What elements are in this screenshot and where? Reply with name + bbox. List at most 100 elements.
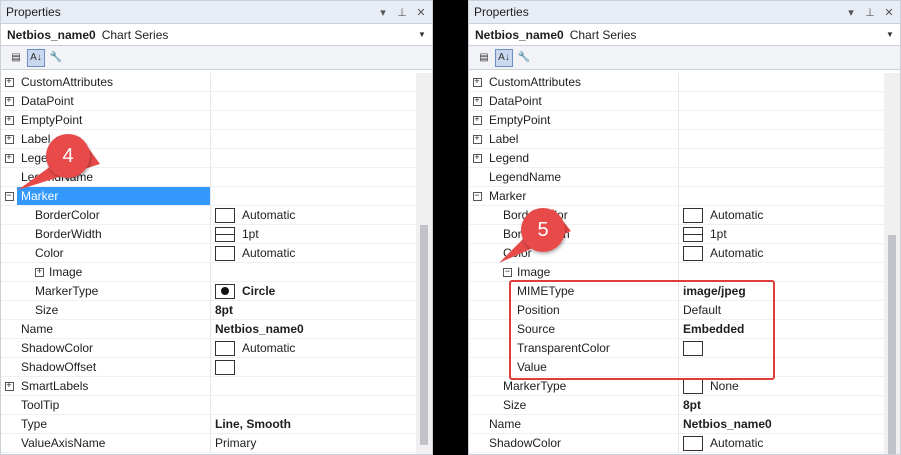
property-value[interactable]: Circle: [211, 282, 416, 300]
property-row[interactable]: + DataPoint: [1, 92, 416, 111]
expand-icon[interactable]: +: [4, 77, 14, 87]
property-value[interactable]: [211, 168, 416, 186]
property-name[interactable]: BorderWidth: [17, 225, 211, 243]
property-name[interactable]: EmptyPoint: [17, 111, 211, 129]
property-row[interactable]: + DataPoint: [469, 92, 884, 111]
property-value[interactable]: [211, 377, 416, 395]
pin-icon[interactable]: ⊥: [394, 6, 410, 19]
property-name[interactable]: Legend: [485, 149, 679, 167]
vertical-scrollbar[interactable]: [884, 73, 900, 454]
property-name[interactable]: Type: [17, 415, 211, 433]
collapse-icon[interactable]: −: [503, 267, 512, 277]
property-value[interactable]: 1pt: [211, 225, 416, 243]
property-value[interactable]: [679, 168, 884, 186]
property-name[interactable]: MarkerType: [17, 282, 211, 300]
chevron-down-icon[interactable]: ▼: [886, 30, 900, 39]
property-row[interactable]: − Marker: [469, 187, 884, 206]
property-name[interactable]: Size: [17, 301, 211, 319]
property-row[interactable]: Size 8pt: [1, 301, 416, 320]
property-row[interactable]: MarkerType Circle: [1, 282, 416, 301]
property-value[interactable]: Primary: [211, 434, 416, 452]
property-row[interactable]: Name Netbios_name0: [1, 320, 416, 339]
property-value[interactable]: [679, 73, 884, 91]
property-row[interactable]: ValueAxisName Primary: [1, 434, 416, 453]
property-value[interactable]: Automatic: [211, 339, 416, 357]
property-value[interactable]: [211, 263, 416, 281]
property-row[interactable]: LegendName: [469, 168, 884, 187]
pin-icon[interactable]: ⊥: [862, 6, 878, 19]
property-row[interactable]: ToolTip: [1, 396, 416, 415]
property-value[interactable]: Automatic: [211, 206, 416, 224]
property-row[interactable]: ShadowOffset: [1, 358, 416, 377]
property-row[interactable]: BorderWidth 1pt: [1, 225, 416, 244]
property-row[interactable]: + SmartLabels: [1, 377, 416, 396]
expand-icon[interactable]: +: [472, 96, 482, 106]
property-value[interactable]: [211, 358, 416, 376]
property-name[interactable]: EmptyPoint: [485, 111, 679, 129]
property-value[interactable]: 8pt: [211, 301, 416, 319]
property-name[interactable]: ShadowOffset: [17, 358, 211, 376]
property-row[interactable]: ShadowColor Automatic: [1, 339, 416, 358]
property-value[interactable]: 8pt: [679, 396, 884, 414]
expand-icon[interactable]: +: [4, 134, 14, 144]
expand-icon[interactable]: +: [4, 96, 14, 106]
property-name[interactable]: ToolTip: [17, 396, 211, 414]
dropdown-arrow-icon[interactable]: ▾: [375, 6, 391, 19]
property-name[interactable]: LegendName: [485, 168, 679, 186]
dropdown-arrow-icon[interactable]: ▾: [843, 6, 859, 19]
property-row[interactable]: + EmptyPoint: [469, 111, 884, 130]
close-icon[interactable]: ✕: [413, 6, 429, 19]
property-name[interactable]: ValueAxisName: [17, 434, 211, 452]
property-value[interactable]: 1pt: [679, 225, 884, 243]
wrench-icon[interactable]: 🔧: [47, 49, 65, 67]
property-value[interactable]: [211, 111, 416, 129]
property-row[interactable]: + Image: [1, 263, 416, 282]
property-name[interactable]: CustomAttributes: [17, 73, 211, 91]
property-row[interactable]: Color Automatic: [1, 244, 416, 263]
property-value[interactable]: [211, 130, 416, 148]
property-value[interactable]: Netbios_name0: [679, 415, 884, 433]
property-value[interactable]: [679, 263, 884, 281]
property-row[interactable]: + CustomAttributes: [1, 73, 416, 92]
expand-icon[interactable]: +: [4, 381, 14, 391]
property-name[interactable]: Size: [485, 396, 679, 414]
expand-icon[interactable]: +: [35, 267, 44, 277]
property-name[interactable]: Marker: [485, 187, 679, 205]
expand-icon[interactable]: +: [472, 153, 482, 163]
property-value[interactable]: Automatic: [679, 434, 884, 452]
property-value[interactable]: [211, 187, 416, 205]
categorized-icon[interactable]: ▤: [7, 49, 25, 67]
property-name[interactable]: ShadowColor: [485, 434, 679, 452]
property-name[interactable]: SmartLabels: [17, 377, 211, 395]
property-name[interactable]: BorderColor: [17, 206, 211, 224]
property-name[interactable]: CustomAttributes: [485, 73, 679, 91]
property-name[interactable]: ShadowColor: [17, 339, 211, 357]
categorized-icon[interactable]: ▤: [475, 49, 493, 67]
property-value[interactable]: [211, 396, 416, 414]
property-value[interactable]: Automatic: [679, 244, 884, 262]
expand-icon[interactable]: +: [472, 134, 482, 144]
property-name[interactable]: − Image: [485, 263, 679, 281]
scrollbar-thumb[interactable]: [888, 235, 896, 454]
expand-icon[interactable]: +: [472, 77, 482, 87]
property-name[interactable]: Name: [485, 415, 679, 433]
property-value[interactable]: [211, 73, 416, 91]
property-row[interactable]: + Label: [469, 130, 884, 149]
property-value[interactable]: Netbios_name0: [211, 320, 416, 338]
object-selector[interactable]: Netbios_name0 Chart Series ▼: [469, 24, 900, 46]
collapse-icon[interactable]: −: [472, 191, 482, 201]
property-row[interactable]: ShadowColor Automatic: [469, 434, 884, 453]
property-row[interactable]: + CustomAttributes: [469, 73, 884, 92]
property-value[interactable]: Automatic: [211, 244, 416, 262]
alphabetical-icon[interactable]: A↓: [495, 48, 513, 67]
scrollbar-thumb[interactable]: [420, 225, 428, 445]
property-value[interactable]: [679, 149, 884, 167]
property-name[interactable]: Name: [17, 320, 211, 338]
property-row[interactable]: Size 8pt: [469, 396, 884, 415]
property-name[interactable]: DataPoint: [485, 92, 679, 110]
expand-icon[interactable]: +: [4, 153, 14, 163]
property-row[interactable]: Name Netbios_name0: [469, 415, 884, 434]
alphabetical-icon[interactable]: A↓: [27, 48, 45, 67]
property-name[interactable]: + Image: [17, 263, 211, 281]
property-value[interactable]: [679, 187, 884, 205]
